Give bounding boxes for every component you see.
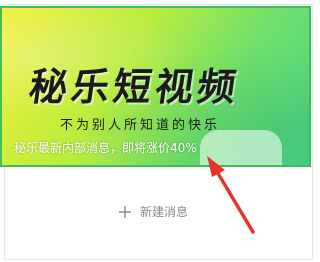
promo-banner-image[interactable]: 秘乐短视频 不为别人所知道的快乐 秘乐最新内部消息，即将涨价40% [0, 6, 311, 167]
banner-logo-text: 秘乐短视频 [26, 65, 243, 109]
banner-caption: 秘乐最新内部消息，即将涨价40% [14, 141, 197, 155]
banner-slogan: 不为别人所知道的快乐 [60, 118, 221, 133]
new-message-label: 新建消息 [140, 205, 189, 219]
plus-icon [118, 205, 132, 219]
new-message-button[interactable]: 新建消息 [118, 203, 188, 220]
